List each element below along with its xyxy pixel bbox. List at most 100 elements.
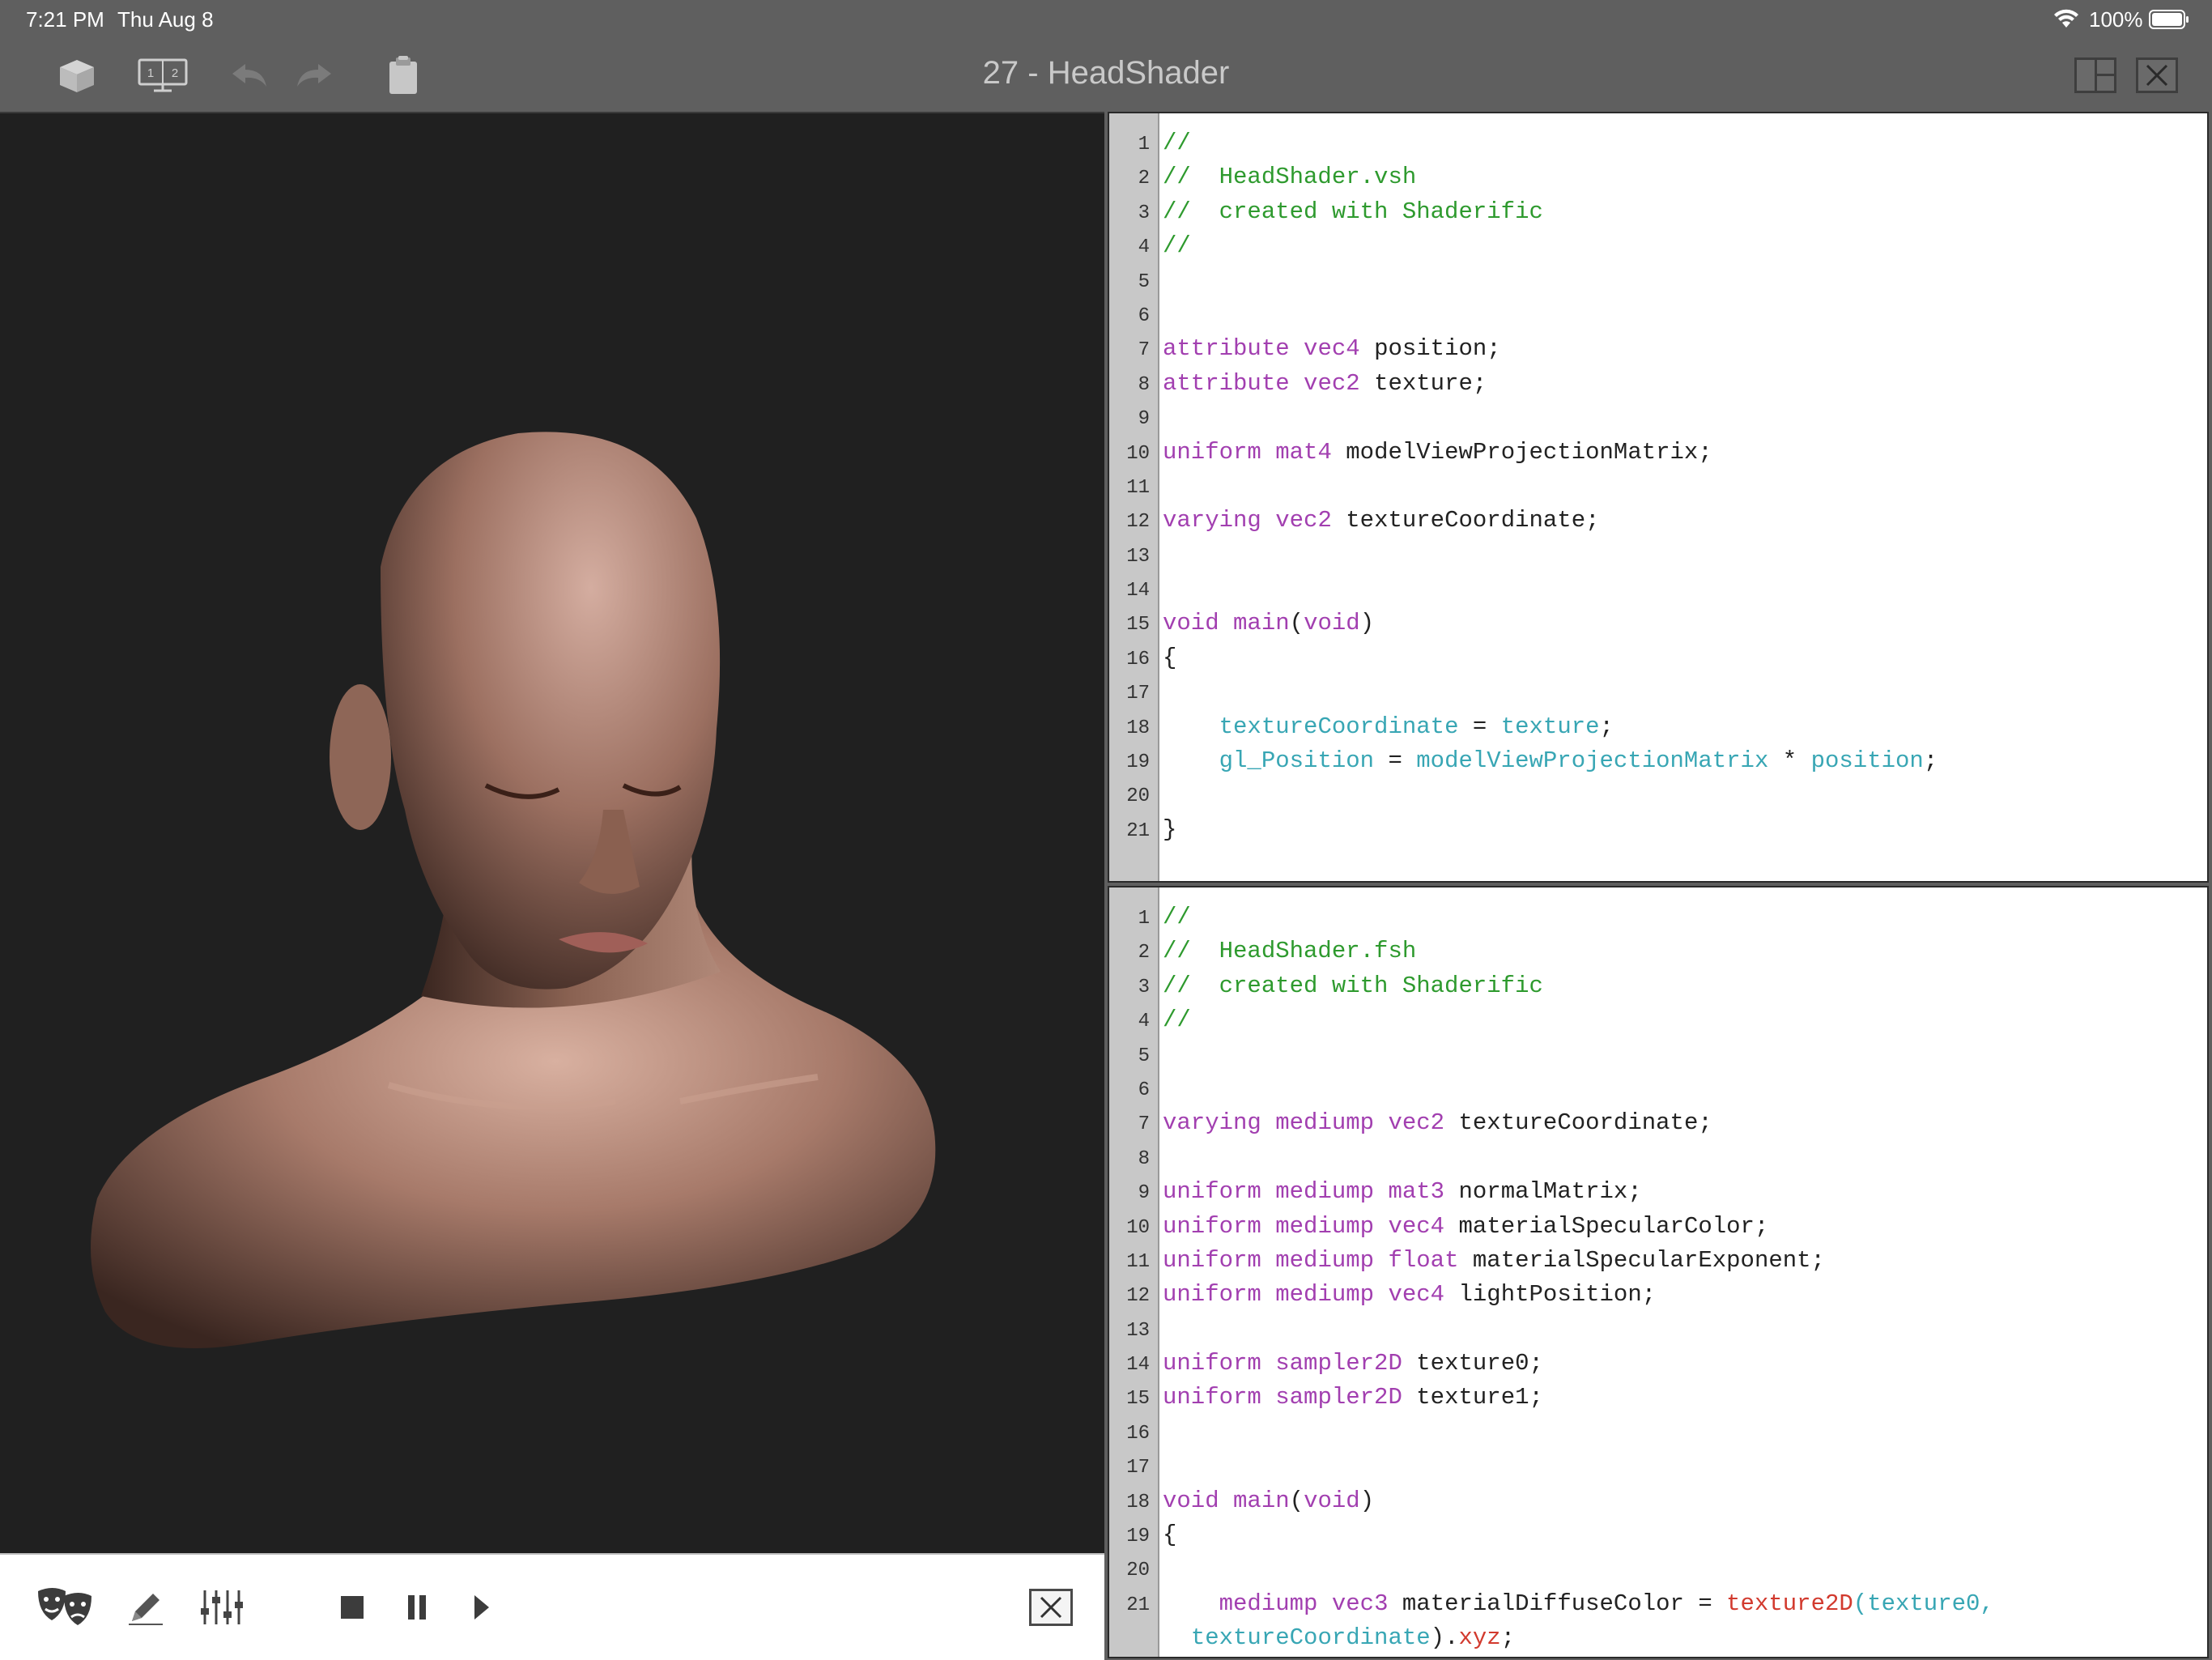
cube-button[interactable] xyxy=(49,39,105,112)
code-token: mediump xyxy=(1219,1590,1318,1617)
code-line[interactable]: 21} xyxy=(1109,813,2207,847)
code-line[interactable]: 2 // HeadShader.vsh xyxy=(1109,160,2207,194)
line-number: 4 xyxy=(1138,1011,1150,1033)
line-number: 12 xyxy=(1126,1285,1150,1308)
code-line[interactable]: 8 attribute vec2 texture; xyxy=(1109,367,2207,401)
code-token: uniform xyxy=(1163,1350,1261,1377)
code-token: textureCoordinate xyxy=(1219,713,1459,740)
code-line[interactable]: 7 attribute vec4 position; xyxy=(1109,332,2207,366)
code-line[interactable]: 17 xyxy=(1109,675,2207,709)
code-line[interactable]: 19 gl_Position = modelViewProjectionMatr… xyxy=(1109,744,2207,778)
code-line[interactable]: 18 void main(void) xyxy=(1109,1484,2207,1518)
code-line[interactable]: 5 xyxy=(1109,264,2207,298)
line-number: 10 xyxy=(1126,442,1150,465)
code-line[interactable]: 8 xyxy=(1109,1141,2207,1175)
line-number: 5 xyxy=(1138,1045,1150,1067)
edit-button[interactable] xyxy=(121,1555,170,1660)
code-lines[interactable]: 1 // 2 // HeadShader.fsh 3 // created with Sh… xyxy=(1109,900,2207,1656)
code-token: mat4 xyxy=(1275,438,1332,466)
close-viewport-button[interactable] xyxy=(1025,1555,1077,1660)
code-token: uniform xyxy=(1163,1246,1261,1274)
play-button[interactable] xyxy=(462,1555,502,1660)
code-line[interactable]: 3 // created with Shaderific xyxy=(1109,195,2207,229)
masks-button[interactable] xyxy=(32,1555,97,1660)
fragment-shader-editor[interactable]: 1 // 2 // HeadShader.fsh 3 // created with Sh… xyxy=(1108,886,2209,1658)
settings-sliders-button[interactable] xyxy=(193,1555,249,1660)
code-line[interactable]: 12 uniform mediump vec4 lightPosition; xyxy=(1109,1278,2207,1312)
code-line[interactable]: 10 uniform mat4 modelViewProjectionMatrix… xyxy=(1109,436,2207,470)
pause-button[interactable] xyxy=(397,1555,437,1660)
redo-button[interactable] xyxy=(290,39,338,112)
code-line[interactable]: 13 xyxy=(1109,538,2207,572)
code-line[interactable]: 11 xyxy=(1109,470,2207,504)
code-lines[interactable]: 1 // 2 // HeadShader.vsh 3 // created with Sh… xyxy=(1109,126,2207,847)
code-token: (texture0, xyxy=(1853,1590,1994,1617)
code-line[interactable]: 10 uniform mediump vec4 materialSpecularC… xyxy=(1109,1210,2207,1244)
code-token: void xyxy=(1304,1487,1360,1514)
code-token: { xyxy=(1163,1522,1177,1549)
code-line[interactable]: 4 // xyxy=(1109,229,2207,263)
code-line[interactable]: 15 void main(void) xyxy=(1109,607,2207,641)
code-line[interactable]: 1 // xyxy=(1109,126,2207,160)
code-line[interactable]: 12 varying vec2 textureCoordinate; xyxy=(1109,504,2207,538)
redo-icon xyxy=(297,64,331,87)
code-token: attribute xyxy=(1163,369,1290,397)
code-line[interactable]: 14 uniform sampler2D texture0; xyxy=(1109,1347,2207,1381)
code-line[interactable]: 4 // xyxy=(1109,1003,2207,1037)
code-line[interactable]: 14 xyxy=(1109,572,2207,607)
code-line[interactable]: 19 { xyxy=(1109,1518,2207,1552)
line-number: 4 xyxy=(1138,236,1150,259)
code-token: ). xyxy=(1430,1624,1459,1652)
code-line[interactable]: 1 // xyxy=(1109,900,2207,934)
code-line[interactable]: 18 textureCoordinate = texture; xyxy=(1109,710,2207,744)
code-line[interactable]: 5 xyxy=(1109,1038,2207,1072)
line-number: 18 xyxy=(1126,717,1150,739)
code-line[interactable]: 9 uniform mediump mat3 normalMatrix; xyxy=(1109,1175,2207,1209)
code-token: position xyxy=(1810,747,1924,775)
layout-button[interactable] xyxy=(2071,39,2120,112)
code-line[interactable]: 9 xyxy=(1109,401,2207,435)
code-line[interactable]: 13 xyxy=(1109,1313,2207,1347)
close-editor-button[interactable] xyxy=(2133,39,2181,112)
stop-button[interactable] xyxy=(332,1555,372,1660)
undo-button[interactable] xyxy=(225,39,274,112)
code-token: } xyxy=(1163,815,1177,843)
clipboard-button[interactable] xyxy=(379,39,428,112)
code-line[interactable]: 6 xyxy=(1109,1072,2207,1106)
code-token: // xyxy=(1163,904,1191,930)
line-number: 16 xyxy=(1126,1422,1150,1445)
toolbar: 1 2 27 - HeadShader xyxy=(0,39,2212,112)
render-viewport[interactable] xyxy=(0,112,1104,1555)
code-line[interactable]: 3 // created with Shaderific xyxy=(1109,969,2207,1003)
code-line[interactable]: 16 { xyxy=(1109,641,2207,675)
code-line[interactable]: 17 xyxy=(1109,1449,2207,1483)
code-token: texture0; xyxy=(1402,1350,1543,1377)
code-line[interactable]: 7 varying mediump vec2 textureCoordinate; xyxy=(1109,1106,2207,1140)
vertex-shader-editor[interactable]: 1 // 2 // HeadShader.vsh 3 // created with Sh… xyxy=(1108,112,2209,883)
undo-icon xyxy=(232,64,266,87)
code-line[interactable]: 21 mediump vec3 materialDiffuseColor = t… xyxy=(1109,1587,2207,1621)
code-line-continuation[interactable]: textureCoordinate).xyz; xyxy=(1109,1621,2207,1655)
code-line[interactable]: 20 xyxy=(1109,778,2207,812)
code-line[interactable]: 15 uniform sampler2D texture1; xyxy=(1109,1381,2207,1415)
code-token: vec4 xyxy=(1388,1281,1445,1309)
code-token: gl_Position xyxy=(1219,747,1375,775)
playback-bar xyxy=(0,1553,1104,1660)
code-line[interactable]: 20 xyxy=(1109,1552,2207,1586)
code-token: vec2 xyxy=(1388,1109,1445,1137)
code-line[interactable]: 2 // HeadShader.fsh xyxy=(1109,934,2207,968)
line-number: 21 xyxy=(1126,819,1150,842)
line-number: 7 xyxy=(1138,1113,1150,1136)
code-line[interactable]: 11 uniform mediump float materialSpecular… xyxy=(1109,1244,2207,1278)
svg-text:2: 2 xyxy=(172,66,178,80)
display-mode-button[interactable]: 1 2 xyxy=(134,39,191,112)
code-line[interactable]: 6 xyxy=(1109,298,2207,332)
code-line[interactable]: 16 xyxy=(1109,1415,2207,1449)
